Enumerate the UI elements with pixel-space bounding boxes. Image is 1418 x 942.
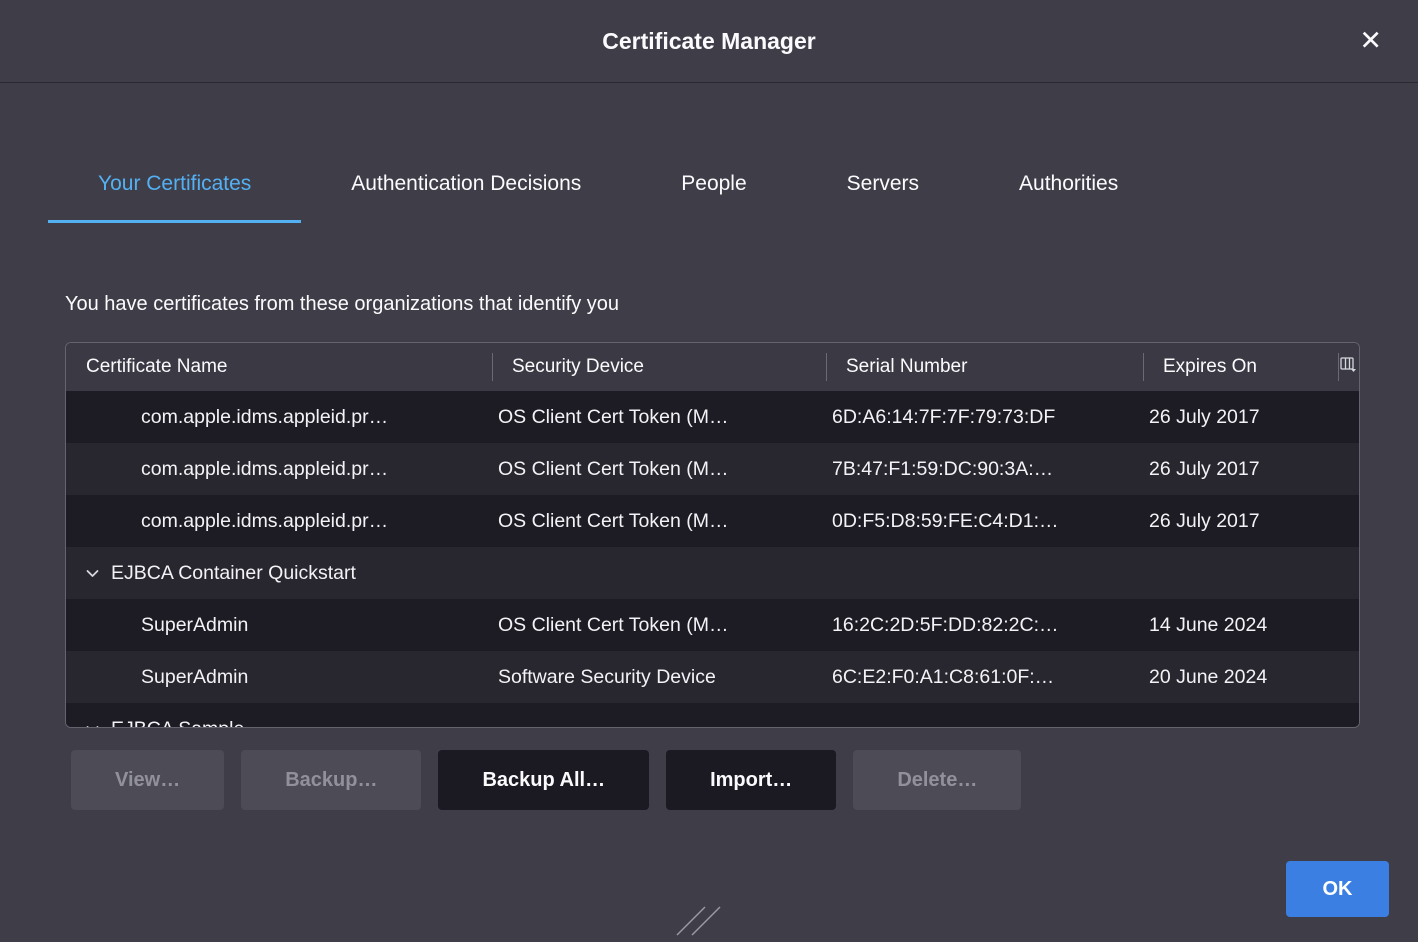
column-header-expires-on[interactable]: Expires On [1143, 343, 1338, 391]
column-header-certificate-name[interactable]: Certificate Name [66, 343, 492, 391]
cell-security-device: OS Client Cert Token (M… [492, 458, 826, 481]
cell-serial-number: 6D:A6:14:7F:7F:79:73:DF [826, 406, 1143, 429]
view-button[interactable]: View… [71, 750, 224, 810]
tab-authentication-decisions[interactable]: Authentication Decisions [301, 148, 631, 223]
cell-expires-on: 20 June 2024 [1143, 666, 1338, 689]
cell-certificate-name: com.apple.idms.appleid.pr… [66, 406, 492, 429]
table-row[interactable]: com.apple.idms.appleid.pr… OS Client Cer… [66, 443, 1359, 495]
chevron-down-icon[interactable] [86, 569, 99, 578]
cell-security-device: OS Client Cert Token (M… [492, 510, 826, 533]
cell-certificate-name: SuperAdmin [66, 614, 492, 637]
column-header-serial-number[interactable]: Serial Number [826, 343, 1143, 391]
group-label: EJBCA Sample [111, 718, 244, 729]
column-header-security-device[interactable]: Security Device [492, 343, 826, 391]
backup-button[interactable]: Backup… [241, 750, 421, 810]
cell-security-device: Software Security Device [492, 666, 826, 689]
cell-serial-number: 16:2C:2D:5F:DD:82:2C:… [826, 614, 1143, 637]
import-button[interactable]: Import… [666, 750, 836, 810]
titlebar: Certificate Manager ✕ [0, 0, 1418, 83]
cell-security-device: OS Client Cert Token (M… [492, 406, 826, 429]
certificate-manager-dialog: Certificate Manager ✕ Your Certificates … [0, 0, 1418, 810]
table-row[interactable]: com.apple.idms.appleid.pr… OS Client Cer… [66, 495, 1359, 547]
intro-text: You have certificates from these organiz… [65, 293, 1360, 316]
resize-grip-icon[interactable] [674, 905, 726, 942]
table-row[interactable]: SuperAdmin Software Security Device 6C:E… [66, 651, 1359, 703]
cell-certificate-name: SuperAdmin [66, 666, 492, 689]
backup-all-button[interactable]: Backup All… [438, 750, 649, 810]
cell-serial-number: 6C:E2:F0:A1:C8:61:0F:… [826, 666, 1143, 689]
ok-button[interactable]: OK [1286, 861, 1389, 917]
group-label: EJBCA Container Quickstart [111, 562, 356, 585]
column-picker-button[interactable] [1338, 343, 1359, 391]
table-body: com.apple.idms.appleid.pr… OS Client Cer… [66, 391, 1359, 728]
chevron-down-icon[interactable] [86, 725, 99, 729]
group-row[interactable]: EJBCA Container Quickstart [66, 547, 1359, 599]
cell-certificate-name: com.apple.idms.appleid.pr… [66, 458, 492, 481]
table-header: Certificate Name Security Device Serial … [66, 343, 1359, 391]
column-picker-icon [1340, 356, 1357, 378]
tab-your-certificates[interactable]: Your Certificates [48, 148, 301, 223]
cell-expires-on: 26 July 2017 [1143, 406, 1338, 429]
close-icon: ✕ [1359, 26, 1382, 57]
certificates-table: Certificate Name Security Device Serial … [65, 342, 1360, 728]
dialog-title: Certificate Manager [602, 28, 815, 55]
close-button[interactable]: ✕ [1349, 22, 1392, 61]
tab-bar: Your Certificates Authentication Decisio… [48, 148, 1418, 223]
cell-expires-on: 14 June 2024 [1143, 614, 1338, 637]
table-row[interactable]: SuperAdmin OS Client Cert Token (M… 16:2… [66, 599, 1359, 651]
tab-panel-your-certificates: You have certificates from these organiz… [0, 293, 1418, 810]
cell-serial-number: 0D:F5:D8:59:FE:C4:D1:… [826, 510, 1143, 533]
table-row[interactable]: com.apple.idms.appleid.pr… OS Client Cer… [66, 391, 1359, 443]
cell-certificate-name: com.apple.idms.appleid.pr… [66, 510, 492, 533]
tab-people[interactable]: People [631, 148, 796, 223]
tab-authorities[interactable]: Authorities [969, 148, 1168, 223]
delete-button[interactable]: Delete… [853, 750, 1021, 810]
cell-security-device: OS Client Cert Token (M… [492, 614, 826, 637]
action-buttons: View… Backup… Backup All… Import… Delete… [71, 750, 1360, 810]
tab-servers[interactable]: Servers [797, 148, 969, 223]
cell-expires-on: 26 July 2017 [1143, 458, 1338, 481]
cell-serial-number: 7B:47:F1:59:DC:90:3A:… [826, 458, 1143, 481]
group-row[interactable]: EJBCA Sample [66, 703, 1359, 728]
cell-expires-on: 26 July 2017 [1143, 510, 1338, 533]
